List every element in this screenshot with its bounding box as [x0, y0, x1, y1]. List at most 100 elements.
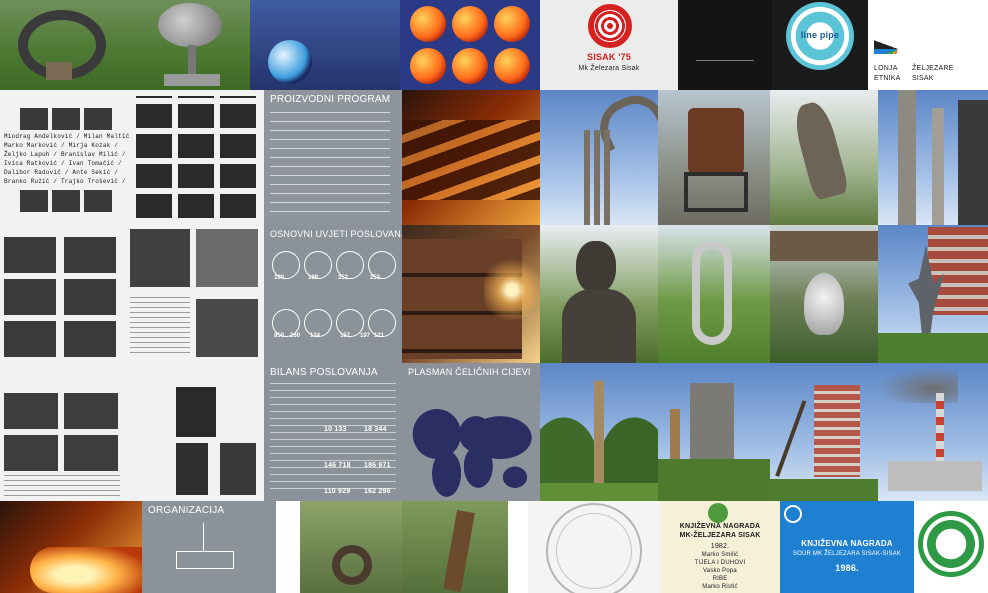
orange-disc-6: [494, 48, 530, 84]
condition-value: 197: [360, 333, 371, 339]
grass: [540, 483, 658, 501]
historic-photos-page: [0, 363, 124, 501]
tall-sculpture-photo: [540, 363, 658, 501]
orange-disc-2: [452, 6, 488, 42]
object-photo-1: [176, 387, 216, 437]
scrap-parts-photo-2: [402, 501, 508, 593]
spiral-cover-sub: Mk Železara Sisak: [578, 65, 640, 72]
caption-lines: [4, 475, 120, 497]
orb-sculpture: [158, 3, 222, 47]
pole-sculpture: [594, 381, 604, 491]
catalog-emblem: [696, 60, 754, 75]
balance-value-6: 162 298: [364, 488, 391, 495]
award1-name-2: TIJELA I DUHOVI: [694, 560, 746, 566]
portrait-grid: [136, 96, 258, 218]
organization-title: ORGANIZACIJA: [148, 505, 225, 516]
spiral-logo-cover: SISAK '75 Mk Železara Sisak: [540, 0, 678, 90]
red-spiral-logo: [588, 4, 632, 48]
color-wheel-catalog: LONJA ETNIKA ŽELJEZARE SISAK: [868, 0, 988, 90]
placement-page: PLASMAN ČELIČNIH CIJEVI: [402, 363, 540, 501]
condition-value: 850: [274, 333, 285, 339]
condition-value: 352: [338, 275, 349, 281]
spiral-cover-label: SISAK '75: [587, 52, 631, 62]
building-roof: [770, 231, 878, 261]
industrial-structure: [958, 100, 988, 225]
chimney-photo: [878, 90, 988, 225]
sculpture-photo-1: [0, 0, 130, 90]
award-book-1982: KNJIŽEVNA NAGRADA MK-ŽELJEZARA SISAK 198…: [660, 501, 780, 593]
award-book-1986: KNJIŽEVNA NAGRADA SOUR MK ŽELJEZARA SISA…: [780, 501, 914, 593]
org-chart-line: [203, 523, 204, 551]
seal-inner-circle: [556, 513, 632, 589]
furnace-photo: [402, 90, 540, 225]
object-photo-2: [176, 443, 208, 495]
catalog-line-3: ŽELJEZARE: [912, 65, 954, 72]
apartment-building: [928, 227, 988, 315]
color-fan-graphic: [874, 4, 954, 54]
hook-sculpture-photo: [540, 90, 658, 225]
glowing-pipe: [30, 547, 142, 593]
blade-sculpture-photo: [878, 225, 988, 363]
sculpture-photo-2: [130, 0, 250, 90]
orange-disc-3: [494, 6, 530, 42]
rusty-machine: [688, 108, 744, 174]
orange-disc-catalog: [400, 0, 540, 90]
bust-shoulders: [562, 289, 636, 363]
condition-value: 260: [290, 333, 301, 339]
zs-logo-icon: [918, 511, 984, 577]
award1-title: KNJIŽEVNA NAGRADA: [679, 523, 761, 530]
bust-head: [576, 241, 616, 293]
catalog-line-1: LONJA: [874, 65, 898, 72]
condition-value: 157: [340, 333, 351, 339]
balance-table-lines: [270, 383, 396, 495]
blue-catalog-cover: [250, 0, 400, 90]
sculpture-base: [164, 74, 220, 86]
scrap-wheel: [332, 545, 372, 585]
workers-photos-page-2: [124, 225, 264, 363]
photo-strip: [20, 108, 112, 130]
organization-page: ORGANIZACIJA: [142, 501, 276, 593]
smokestack-photo: [878, 363, 988, 501]
mushroom-sculpture-photo: [770, 225, 878, 363]
grass: [878, 333, 988, 363]
machine-sculpture-photo: [658, 90, 770, 225]
steel-beams: [402, 120, 540, 200]
chimney-1: [898, 90, 916, 225]
dancer-sculpture-photo: [770, 90, 878, 225]
condition-value: 253: [370, 275, 381, 281]
dark-catalog-cover: [678, 0, 772, 90]
gap-white-2: [508, 501, 528, 593]
trees: [658, 459, 770, 501]
names-page: Miodrag Anđelković / Milan Maltić / Mark…: [0, 90, 130, 225]
orange-disc-1: [410, 6, 446, 42]
white-sculpture: [692, 241, 732, 345]
worker-photo-a: [130, 229, 190, 287]
balance-page: BILANS POSLOVANJA 10 133 18 344 146 718 …: [264, 363, 402, 501]
sculpture-base: [46, 62, 72, 80]
balance-value-5: 110 929: [324, 488, 351, 495]
award1-name-1: Marko Smilić: [701, 552, 739, 558]
catalog-line-2: ETNIKA: [874, 75, 901, 82]
tanks: [888, 461, 982, 491]
names-line-2: Marko Marković / Mirja Kozak /: [4, 142, 119, 149]
line-pipe-cover: line pipe: [772, 0, 868, 90]
world-map: [410, 407, 532, 497]
workers-photo-grid: [4, 231, 120, 357]
award2-logo: [784, 505, 802, 523]
award1-name-4: RIBE: [712, 576, 728, 582]
award1-year: 1982.: [710, 543, 730, 550]
photo-strip-bottom: [20, 190, 112, 212]
sculpture-legs: [584, 130, 614, 225]
balance-value-3: 146 718: [324, 462, 351, 469]
program-list-lines: [270, 112, 390, 212]
scrap-parts-photo-1: [300, 501, 402, 593]
conditions-page: OSNOVNI UVJETI POSLOVANJA 190 189 352 253 85…: [264, 225, 402, 363]
balance-title: BILANS POSLOVANJA: [270, 367, 378, 378]
molten-steel-photo: [0, 501, 142, 593]
award1-name-5: Marko Ristić: [702, 584, 738, 590]
placement-title: PLASMAN ČELIČNIH CIJEVI: [408, 367, 531, 377]
collage-grid: SISAK '75 Mk Železara Sisak line pipe LO…: [0, 0, 988, 593]
condition-value: 121: [374, 333, 385, 339]
grass: [770, 479, 878, 501]
sparks: [484, 255, 540, 325]
